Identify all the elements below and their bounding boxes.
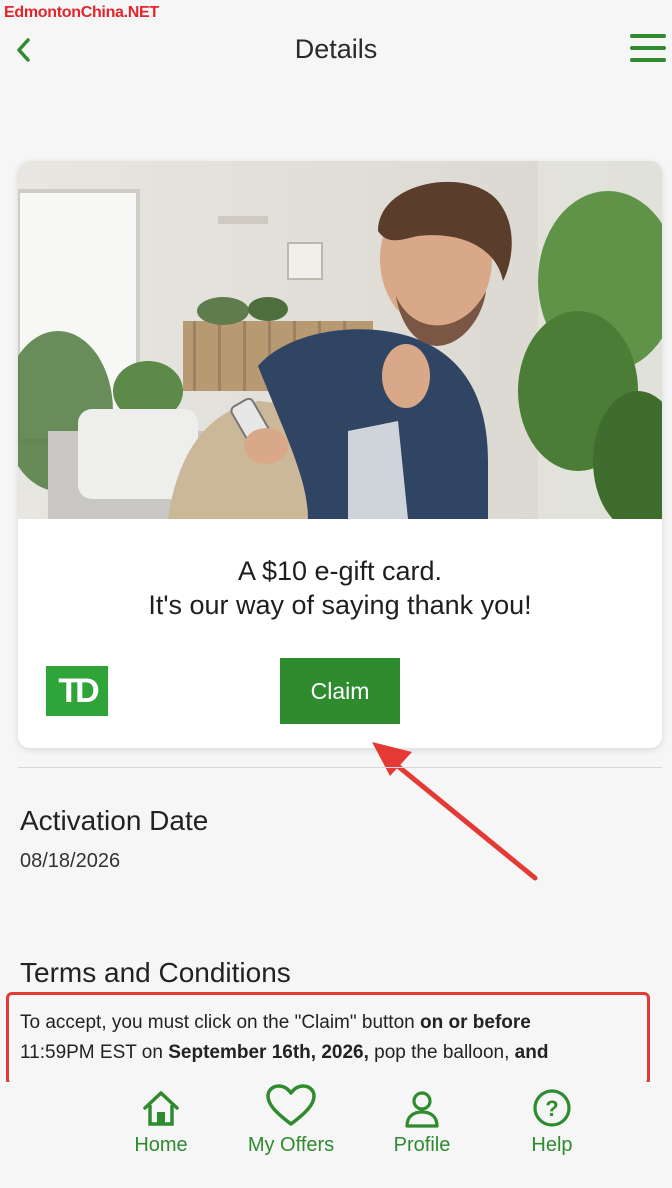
svg-text:?: ? — [545, 1096, 558, 1121]
tab-label: My Offers — [247, 1134, 335, 1156]
tab-help[interactable]: ? Help — [487, 1082, 617, 1157]
tab-my-offers[interactable]: My Offers — [226, 1082, 356, 1157]
activation-date-heading: Activation Date — [20, 805, 209, 836]
offer-card: A $10 e-gift card. It's our way of sayin… — [18, 161, 662, 748]
annotation-arrow — [372, 742, 538, 881]
home-icon — [143, 1091, 179, 1126]
menu-button[interactable] — [630, 34, 666, 68]
tab-profile[interactable]: Profile — [357, 1082, 487, 1157]
claim-button[interactable]: Claim — [280, 658, 400, 724]
help-icon: ? — [533, 1089, 571, 1127]
tab-label: Profile — [393, 1134, 451, 1156]
offer-headline: A $10 e-gift card. It's our way of sayin… — [18, 554, 662, 622]
tab-home[interactable]: Home — [96, 1082, 226, 1157]
td-logo: TD — [46, 666, 108, 716]
tab-label: Home — [134, 1134, 188, 1156]
annotation-highlight-box — [6, 992, 650, 1086]
tab-bar: Home My Offers Profile ? Help — [0, 1082, 672, 1188]
menu-icon-bar — [630, 58, 666, 62]
tab-label: Help — [531, 1134, 573, 1156]
page-title: Details — [294, 34, 378, 64]
heart-icon — [266, 1084, 316, 1126]
terms-heading: Terms and Conditions — [20, 957, 291, 988]
offer-headline-line2: It's our way of saying thank you! — [148, 590, 532, 620]
activation-date-value: 08/18/2026 — [20, 850, 121, 872]
menu-icon-bar — [630, 34, 666, 38]
offer-headline-line1: A $10 e-gift card. — [237, 556, 443, 586]
divider — [18, 767, 662, 768]
header: Details — [0, 0, 672, 100]
person-icon — [405, 1091, 439, 1128]
menu-icon-bar — [630, 46, 666, 50]
offer-photo — [18, 161, 662, 519]
